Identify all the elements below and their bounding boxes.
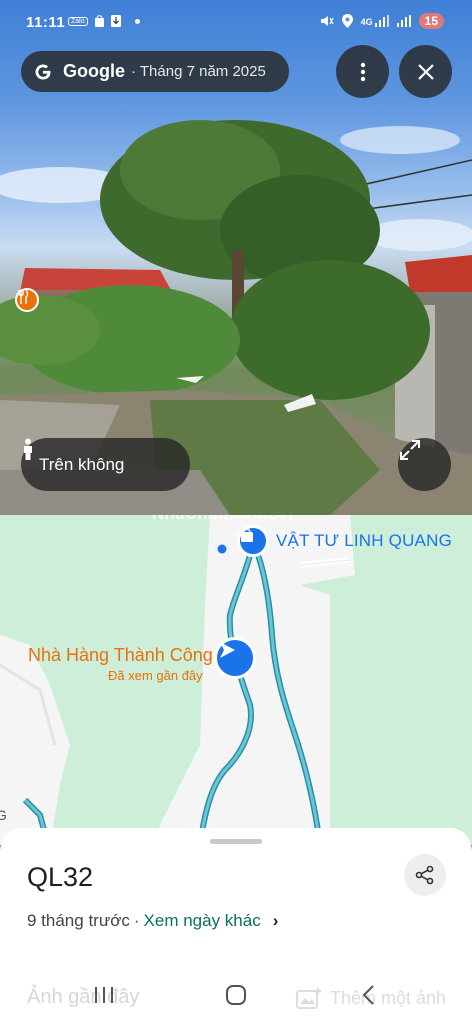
home-button[interactable]	[216, 980, 256, 1010]
more-vert-icon	[360, 62, 365, 81]
road-name: QL32	[27, 862, 94, 892]
restaurant-sublabel: Đã xem gần đây	[108, 668, 203, 683]
close-icon	[417, 63, 434, 80]
restaurant-poi-marker[interactable]	[15, 288, 39, 312]
share-icon	[415, 865, 434, 885]
capture-date: · Tháng 7 năm 2025	[131, 63, 266, 80]
location-icon	[341, 14, 353, 28]
network-type: 4G	[360, 17, 373, 27]
meta-separator: ·	[133, 911, 140, 930]
time-ago: 9 tháng trước	[27, 911, 130, 930]
store-label[interactable]: VẬT TƯ LINH QUANG	[276, 531, 452, 551]
bag-icon	[94, 15, 104, 27]
direction-arrow-icon	[220, 642, 235, 658]
mute-icon	[320, 16, 334, 26]
map-canvas	[0, 515, 355, 845]
aerial-view-button[interactable]: Trên không	[21, 438, 190, 491]
chevron-right-icon[interactable]: ›	[273, 911, 279, 931]
imagery-meta: 9 tháng trước · Xem ngày khác ›	[27, 911, 278, 931]
system-nav-bar	[0, 970, 472, 1024]
drag-handle[interactable]	[210, 839, 262, 844]
zalo-icon: Zalo	[68, 16, 88, 26]
restaurant-label[interactable]: Nhà Hàng Thành Công	[28, 645, 213, 666]
restaurant-icon	[18, 290, 29, 304]
notification-icons: Zalo	[68, 15, 140, 27]
google-g-icon	[35, 64, 51, 79]
imagery-info-pill[interactable]: Google · Tháng 7 năm 2025	[21, 51, 289, 92]
recent-apps-icon	[95, 987, 113, 1003]
watermark: NhaChinhChu247	[152, 515, 296, 524]
dot-icon	[134, 18, 140, 24]
shopping-bag-icon	[241, 528, 253, 542]
person-icon	[24, 438, 32, 460]
expand-button[interactable]	[398, 438, 451, 491]
aerial-view-label: Trên không	[39, 454, 125, 474]
back-icon	[362, 985, 374, 1005]
recent-apps-button[interactable]	[84, 980, 124, 1010]
expand-icon	[400, 440, 420, 460]
store-marker[interactable]	[237, 525, 269, 557]
system-icons: 4G 15	[320, 13, 444, 29]
status-bar: 11:11 Zalo 4G 15	[0, 0, 472, 46]
other-dates-link[interactable]: Xem ngày khác	[144, 911, 261, 931]
status-time: 11:11	[26, 14, 66, 31]
more-options-button[interactable]	[336, 45, 389, 98]
street-view-position-marker	[214, 637, 256, 679]
close-button[interactable]	[399, 45, 452, 98]
4g-signal-icon: 4G	[361, 15, 389, 27]
map-edge-label: G	[0, 807, 7, 823]
back-button[interactable]	[348, 980, 388, 1010]
mini-map[interactable]: VẬT TƯ LINH QUANG Nhà Hàng Thành Công Đã…	[0, 515, 472, 845]
home-icon	[226, 985, 246, 1005]
download-icon	[110, 15, 121, 27]
share-button[interactable]	[404, 854, 446, 896]
brand-label: Google	[63, 61, 125, 81]
signal-icon	[396, 15, 411, 27]
battery-indicator: 15	[418, 13, 444, 29]
